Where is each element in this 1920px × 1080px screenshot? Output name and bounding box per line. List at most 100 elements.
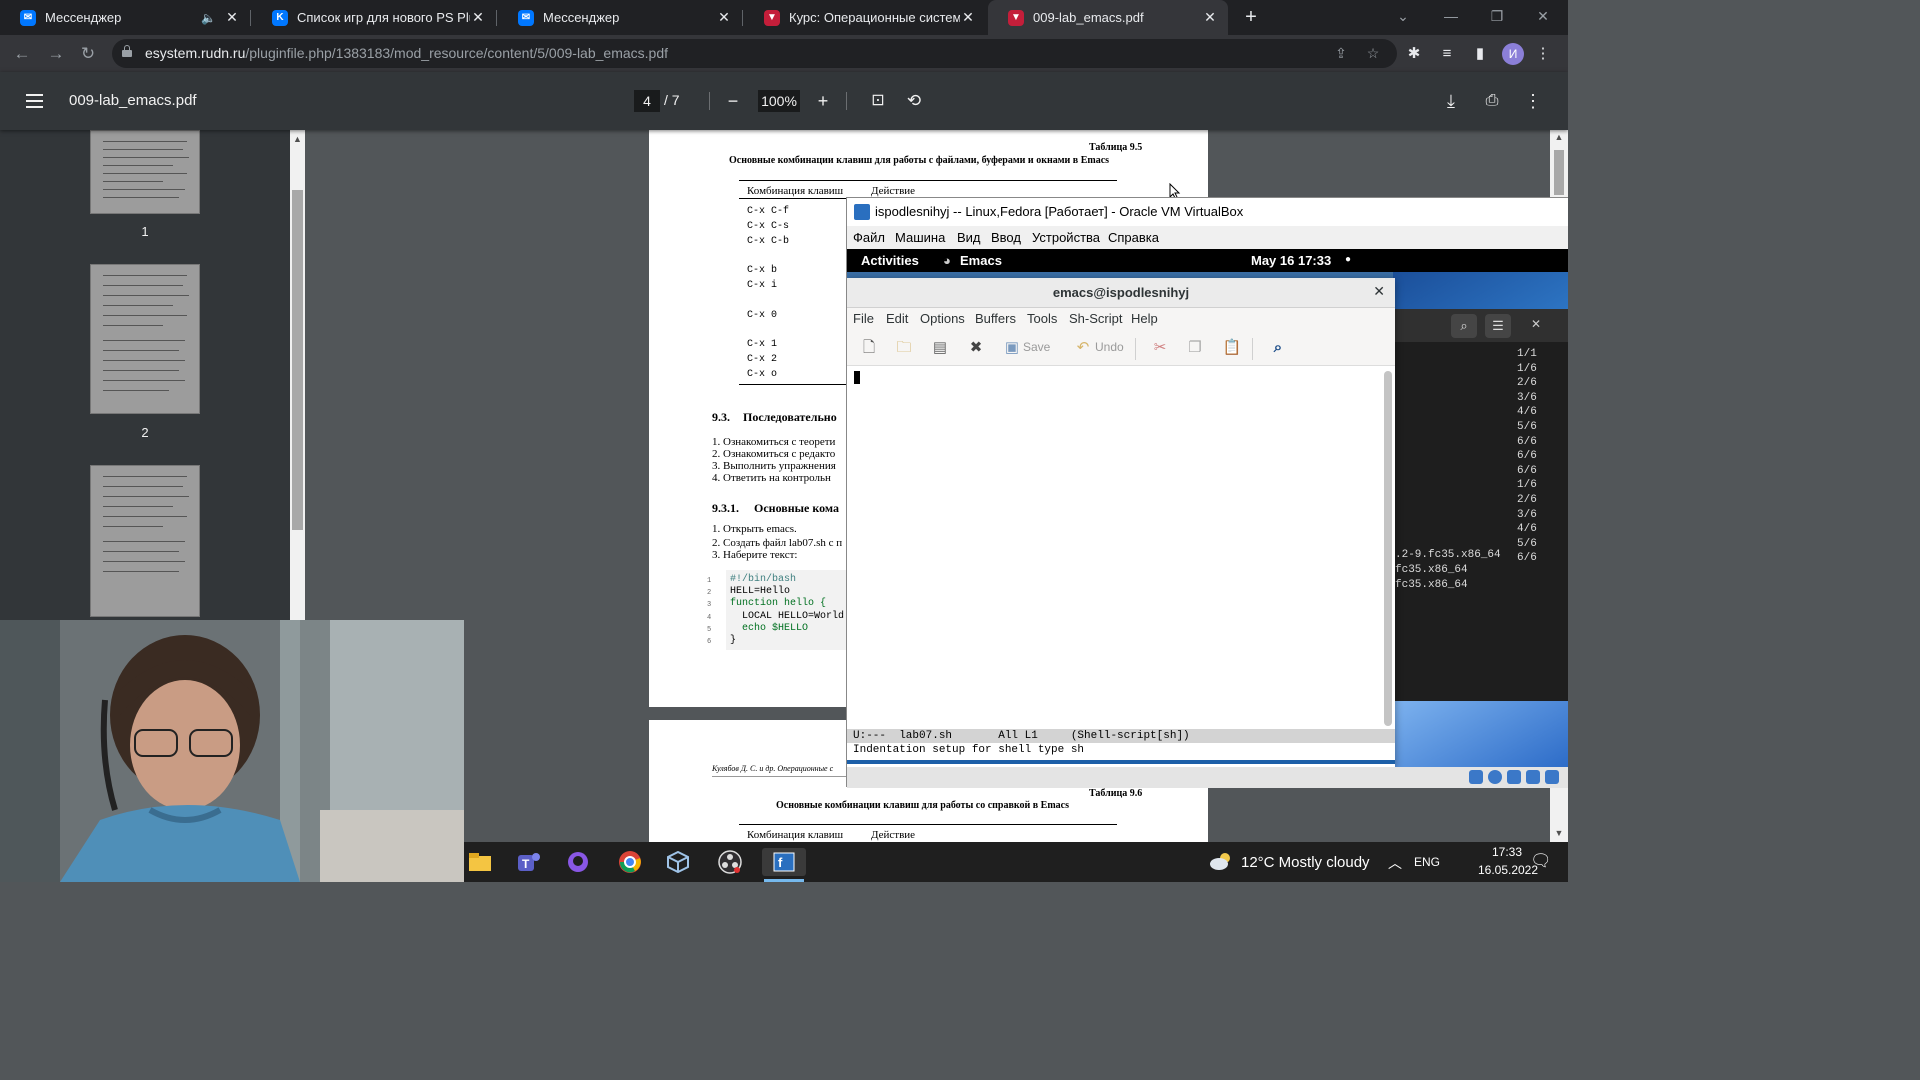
terminal-window[interactable]: ⌕ ☰ ✕ 1/1 1/6 2/6 3/6 4/6 5/6 6/6 6/6 6/6 1/6 2/6 3… [1395, 309, 1568, 701]
open-folder-icon[interactable]: 🗀 [894, 338, 914, 358]
close-icon[interactable]: ✕ [470, 9, 486, 26]
page-number-input[interactable]: 4 [634, 90, 660, 112]
share-icon[interactable]: ⇪ [1332, 44, 1350, 62]
download-icon[interactable]: ⤓ [1439, 89, 1463, 113]
network-icon[interactable] [1507, 770, 1521, 784]
menu-sh-script[interactable]: Sh-Script [1069, 311, 1122, 326]
search-icon[interactable]: ⌕ [1268, 338, 1288, 358]
emacs-titlebar[interactable]: emacs@ispodlesnihyj ✕ [847, 278, 1395, 308]
taskbar-time[interactable]: 17:33 [1482, 845, 1532, 859]
menu-input[interactable]: Ввод [991, 230, 1021, 245]
notifications-icon[interactable]: 🗨 [1530, 851, 1552, 871]
new-tab-button[interactable]: + [1240, 6, 1262, 28]
star-icon[interactable]: ☆ [1364, 44, 1382, 62]
close-icon[interactable]: ✕ [1531, 317, 1541, 331]
close-icon[interactable]: ✕ [1373, 283, 1385, 300]
save-button[interactable]: Save [1023, 340, 1050, 354]
guest-display[interactable]: Activities ◕ Emacs May 16 17:33 ● ⌕ ☰ ✕ … [847, 249, 1568, 767]
obs-icon[interactable] [714, 848, 746, 876]
new-file-icon[interactable]: 🗋 [859, 338, 879, 358]
tab-messenger-1[interactable]: ✉ Мессенджер 🔈 ✕ [0, 0, 250, 35]
hdd-icon[interactable] [1469, 770, 1483, 784]
more-icon[interactable]: ⋮ [1521, 89, 1545, 113]
zoom-out-icon[interactable]: − [721, 89, 745, 113]
menu-edit[interactable]: Edit [886, 311, 908, 326]
activities-button[interactable]: Activities [861, 253, 919, 268]
cube-app-icon[interactable] [662, 848, 694, 876]
close-icon[interactable]: ✕ [716, 9, 732, 26]
weather-text[interactable]: 12°C Mostly cloudy [1241, 854, 1370, 871]
speaker-icon[interactable]: 🔈 [201, 11, 216, 25]
page-thumbnail-1[interactable] [90, 130, 200, 214]
tab-course[interactable]: ▼ Курс: Операционные системы ( ✕ [744, 0, 986, 35]
page-thumbnail-3[interactable] [90, 465, 200, 617]
display-icon[interactable] [1526, 770, 1540, 784]
cut-icon[interactable]: ✂ [1150, 338, 1170, 358]
menu-buffers[interactable]: Buffers [975, 311, 1016, 326]
side-panel-icon[interactable]: ▮ [1469, 43, 1491, 65]
app-menu[interactable]: Emacs [960, 253, 1002, 268]
save-icon[interactable]: ▣ [1002, 338, 1022, 358]
usb-icon[interactable] [1545, 770, 1559, 784]
chrome-icon[interactable] [614, 848, 646, 876]
optical-drive-icon[interactable] [1488, 770, 1502, 784]
address-bar[interactable]: esystem.rudn.ru/pluginfile.php/1383183/m… [112, 39, 1397, 68]
emacs-buffer[interactable] [847, 366, 1395, 729]
menu-view[interactable]: Вид [957, 230, 981, 245]
media-control-icon[interactable]: ≡ [1436, 43, 1458, 65]
tab-messenger-2[interactable]: ✉ Мессенджер ✕ [498, 0, 742, 35]
scroll-down-arrow-icon[interactable]: ▼ [1550, 828, 1568, 838]
emacs-window[interactable]: emacs@ispodlesnihyj ✕ File Edit Options … [847, 278, 1395, 767]
sidebar-scroll-thumb[interactable] [292, 190, 303, 530]
close-icon[interactable]: ✕ [960, 9, 976, 26]
avatar[interactable]: И [1502, 43, 1524, 65]
language-indicator[interactable]: ENG [1414, 855, 1440, 869]
github-icon[interactable] [562, 848, 594, 876]
minimize-button[interactable]: — [1428, 0, 1474, 35]
menu-file[interactable]: File [853, 311, 874, 326]
hamburger-icon[interactable]: ☰ [1485, 314, 1511, 338]
virtualbox-taskbar-icon[interactable]: f [762, 848, 806, 876]
menu-devices[interactable]: Устройства [1032, 230, 1100, 245]
menu-machine[interactable]: Машина [895, 230, 945, 245]
chevron-down-icon[interactable]: ⌄ [1380, 0, 1426, 35]
menu-help[interactable]: Справка [1108, 230, 1159, 245]
menu-help[interactable]: Help [1131, 311, 1158, 326]
back-icon[interactable]: ← [8, 40, 36, 68]
print-icon[interactable]: ⎙ [1480, 89, 1504, 113]
weather-cloud-icon[interactable] [1210, 852, 1232, 870]
lock-icon[interactable] [122, 45, 132, 57]
tab-pdf-active[interactable]: ▼ 009-lab_emacs.pdf ✕ [988, 0, 1228, 35]
kebab-menu-icon[interactable]: ⋮ [1532, 43, 1554, 65]
clock[interactable]: May 16 17:33 [1251, 253, 1331, 268]
emacs-minibuffer[interactable]: Indentation setup for shell type sh [847, 743, 1395, 758]
menu-options[interactable]: Options [920, 311, 965, 326]
extensions-icon[interactable]: ✱ [1403, 43, 1425, 65]
undo-icon[interactable]: ↶ [1073, 338, 1093, 358]
close-window-button[interactable]: ✕ [1520, 0, 1566, 35]
save-file-icon[interactable]: ▤ [930, 338, 950, 358]
zoom-input[interactable]: 100% [758, 90, 800, 112]
menu-file[interactable]: Файл [853, 230, 885, 245]
teams-icon[interactable]: T [512, 848, 544, 876]
search-icon[interactable]: ⌕ [1451, 314, 1477, 338]
menu-icon[interactable] [26, 94, 43, 108]
file-explorer-icon[interactable] [464, 848, 496, 876]
rotate-icon[interactable]: ⟲ [902, 89, 926, 113]
tray-chevron-icon[interactable]: ︿ [1388, 853, 1402, 873]
forward-icon[interactable]: → [42, 40, 70, 68]
virtualbox-titlebar[interactable]: ispodlesnihyj -- Linux,Fedora [Работает]… [847, 198, 1568, 226]
emacs-scrollbar[interactable] [1384, 371, 1392, 726]
zoom-in-icon[interactable]: + [811, 89, 835, 113]
scroll-thumb[interactable] [1554, 150, 1564, 195]
undo-button[interactable]: Undo [1095, 340, 1124, 354]
restore-button[interactable]: ❐ [1474, 0, 1520, 35]
scroll-up-arrow-icon[interactable]: ▲ [290, 134, 305, 144]
close-icon[interactable]: ✕ [1202, 9, 1218, 26]
menu-tools[interactable]: Tools [1027, 311, 1057, 326]
page-thumbnail-2[interactable] [90, 264, 200, 414]
scroll-up-arrow-icon[interactable]: ▲ [1550, 132, 1568, 142]
tab-ps-plus[interactable]: K Список игр для нового PS Plus ✕ [252, 0, 496, 35]
copy-icon[interactable]: ❐ [1185, 338, 1205, 358]
close-icon[interactable]: ✕ [224, 9, 240, 26]
